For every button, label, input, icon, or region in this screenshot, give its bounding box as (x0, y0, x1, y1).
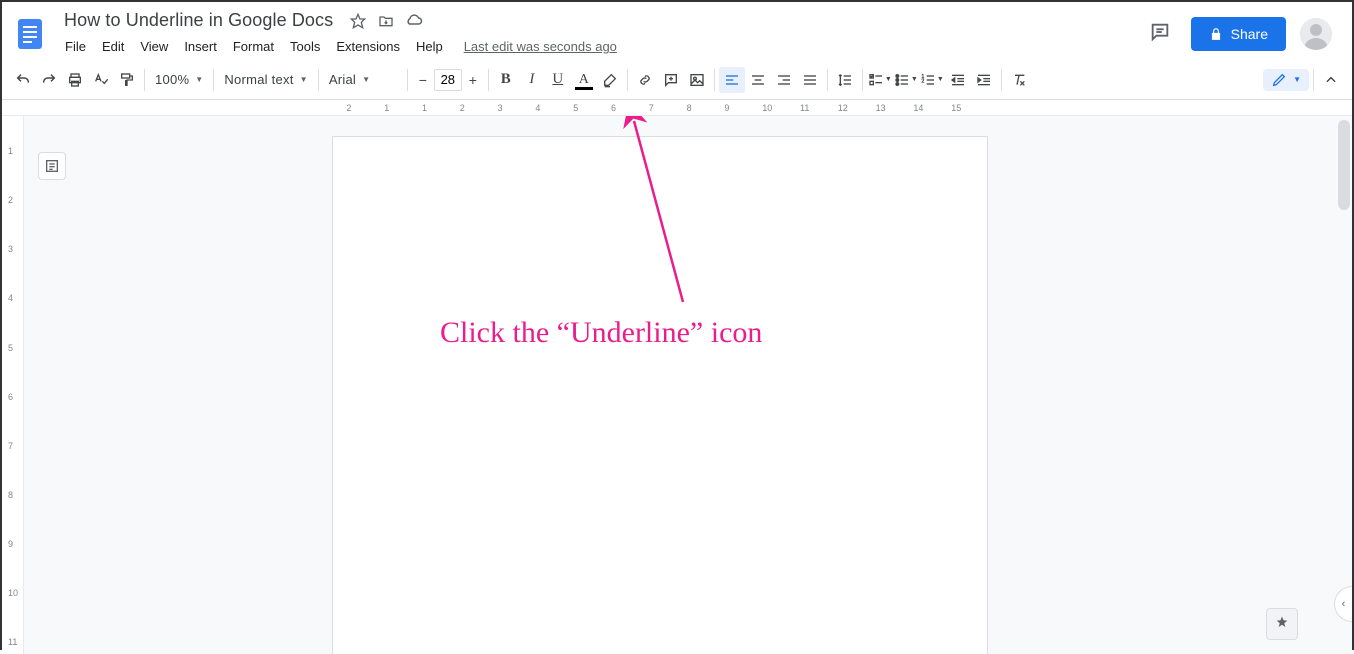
italic-button[interactable]: I (519, 67, 545, 93)
vertical-scrollbar[interactable] (1338, 120, 1350, 210)
lock-icon (1209, 27, 1223, 41)
menu-file[interactable]: File (58, 35, 93, 58)
align-left-button[interactable] (719, 67, 745, 93)
undo-button[interactable] (10, 67, 36, 93)
menu-insert[interactable]: Insert (177, 35, 224, 58)
line-spacing-button[interactable] (832, 67, 858, 93)
chevron-down-icon: ▼ (195, 75, 203, 84)
bold-button[interactable]: B (493, 67, 519, 93)
document-page[interactable] (332, 136, 988, 654)
star-icon[interactable] (349, 12, 367, 30)
add-comment-button[interactable] (658, 67, 684, 93)
last-edit-link[interactable]: Last edit was seconds ago (464, 39, 617, 54)
align-center-button[interactable] (745, 67, 771, 93)
text-color-button[interactable]: A (571, 67, 597, 93)
chevron-down-icon: ▼ (362, 75, 370, 84)
account-avatar[interactable] (1300, 18, 1332, 50)
cloud-status-icon[interactable] (405, 12, 423, 30)
menu-view[interactable]: View (133, 35, 175, 58)
hide-side-panel-button[interactable]: ‹ (1334, 586, 1352, 622)
font-family-select[interactable]: Arial ▼ (323, 67, 403, 93)
spellcheck-button[interactable] (88, 67, 114, 93)
increase-font-size-button[interactable]: + (462, 68, 484, 92)
style-value: Normal text (224, 72, 293, 87)
font-value: Arial (329, 72, 356, 87)
chevron-down-icon: ▼ (300, 75, 308, 84)
print-button[interactable] (62, 67, 88, 93)
svg-text:2: 2 (921, 78, 924, 84)
decrease-indent-button[interactable] (945, 67, 971, 93)
highlight-color-button[interactable] (597, 67, 623, 93)
menu-tools[interactable]: Tools (283, 35, 327, 58)
menu-bar: File Edit View Insert Format Tools Exten… (58, 33, 1143, 60)
clear-formatting-button[interactable] (1006, 67, 1032, 93)
insert-image-button[interactable] (684, 67, 710, 93)
insert-link-button[interactable] (632, 67, 658, 93)
decrease-font-size-button[interactable]: − (412, 68, 434, 92)
align-right-button[interactable] (771, 67, 797, 93)
menu-format[interactable]: Format (226, 35, 281, 58)
menu-help[interactable]: Help (409, 35, 450, 58)
underline-button[interactable]: U (545, 67, 571, 93)
pencil-icon (1271, 72, 1287, 88)
share-button[interactable]: Share (1191, 17, 1286, 51)
move-icon[interactable] (377, 12, 395, 30)
horizontal-ruler[interactable]: 21123456789101112131415 (2, 100, 1352, 116)
chevron-down-icon: ▼ (1293, 75, 1301, 84)
explore-button[interactable] (1266, 608, 1298, 640)
comments-icon[interactable] (1143, 15, 1177, 54)
toolbar: 100%▼ Normal text▼ Arial▼ − + B I U A ▼ … (2, 60, 1352, 100)
redo-button[interactable] (36, 67, 62, 93)
font-size-input[interactable] (434, 69, 462, 91)
zoom-select[interactable]: 100% ▼ (149, 67, 209, 93)
numbered-list-button[interactable]: 12▼ (919, 67, 945, 93)
share-label: Share (1231, 26, 1268, 42)
vertical-ruler[interactable]: 211234567891011 (2, 116, 24, 654)
paint-format-button[interactable] (114, 67, 140, 93)
menu-edit[interactable]: Edit (95, 35, 131, 58)
editing-mode-button[interactable]: ▼ (1263, 69, 1309, 91)
paragraph-style-select[interactable]: Normal text ▼ (218, 67, 313, 93)
document-outline-button[interactable] (38, 152, 66, 180)
align-justify-button[interactable] (797, 67, 823, 93)
increase-indent-button[interactable] (971, 67, 997, 93)
bulleted-list-button[interactable]: ▼ (893, 67, 919, 93)
checklist-button[interactable]: ▼ (867, 67, 893, 93)
collapse-toolbar-button[interactable] (1318, 67, 1344, 93)
document-title[interactable]: How to Underline in Google Docs (58, 8, 339, 33)
document-canvas: 211234567891011 Click the “Underline” ic… (2, 116, 1352, 654)
docs-logo[interactable] (10, 14, 50, 54)
zoom-value: 100% (155, 72, 189, 87)
menu-extensions[interactable]: Extensions (329, 35, 407, 58)
